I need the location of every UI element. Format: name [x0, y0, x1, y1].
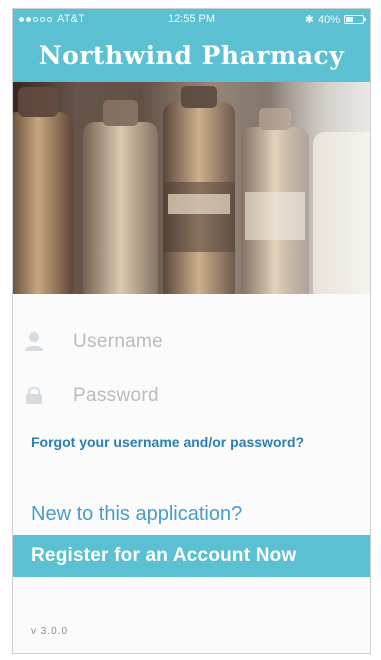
phone-screen: AT&T 12:55 PM ✱ 40% Northwind Pharmacy U…	[12, 8, 371, 654]
hero-image	[13, 82, 370, 294]
pharmacy-bottles-image	[13, 82, 370, 294]
app-title: Northwind Pharmacy	[38, 41, 345, 70]
new-user-prompt: New to this application?	[31, 503, 243, 525]
battery-icon	[344, 15, 366, 24]
app-version: v 3.0.0	[31, 626, 69, 637]
register-button-label: Register for an Account Now	[31, 545, 297, 566]
register-button[interactable]: Register for an Account Now	[13, 535, 370, 577]
user-icon	[25, 332, 43, 351]
username-placeholder: Username	[73, 331, 164, 352]
forgot-credentials-link[interactable]: Forgot your username and/or password?	[31, 434, 304, 450]
bluetooth-icon: ✱	[304, 14, 314, 26]
username-field[interactable]: Username	[13, 322, 370, 362]
status-right: ✱ 40%	[304, 13, 366, 26]
lock-icon	[26, 387, 42, 404]
password-placeholder: Password	[73, 385, 159, 406]
battery-percent: 40%	[317, 13, 340, 26]
status-bar: AT&T 12:55 PM ✱ 40%	[13, 9, 370, 31]
password-field[interactable]: Password	[13, 376, 370, 416]
app-header: AT&T 12:55 PM ✱ 40% Northwind Pharmacy	[13, 9, 370, 82]
